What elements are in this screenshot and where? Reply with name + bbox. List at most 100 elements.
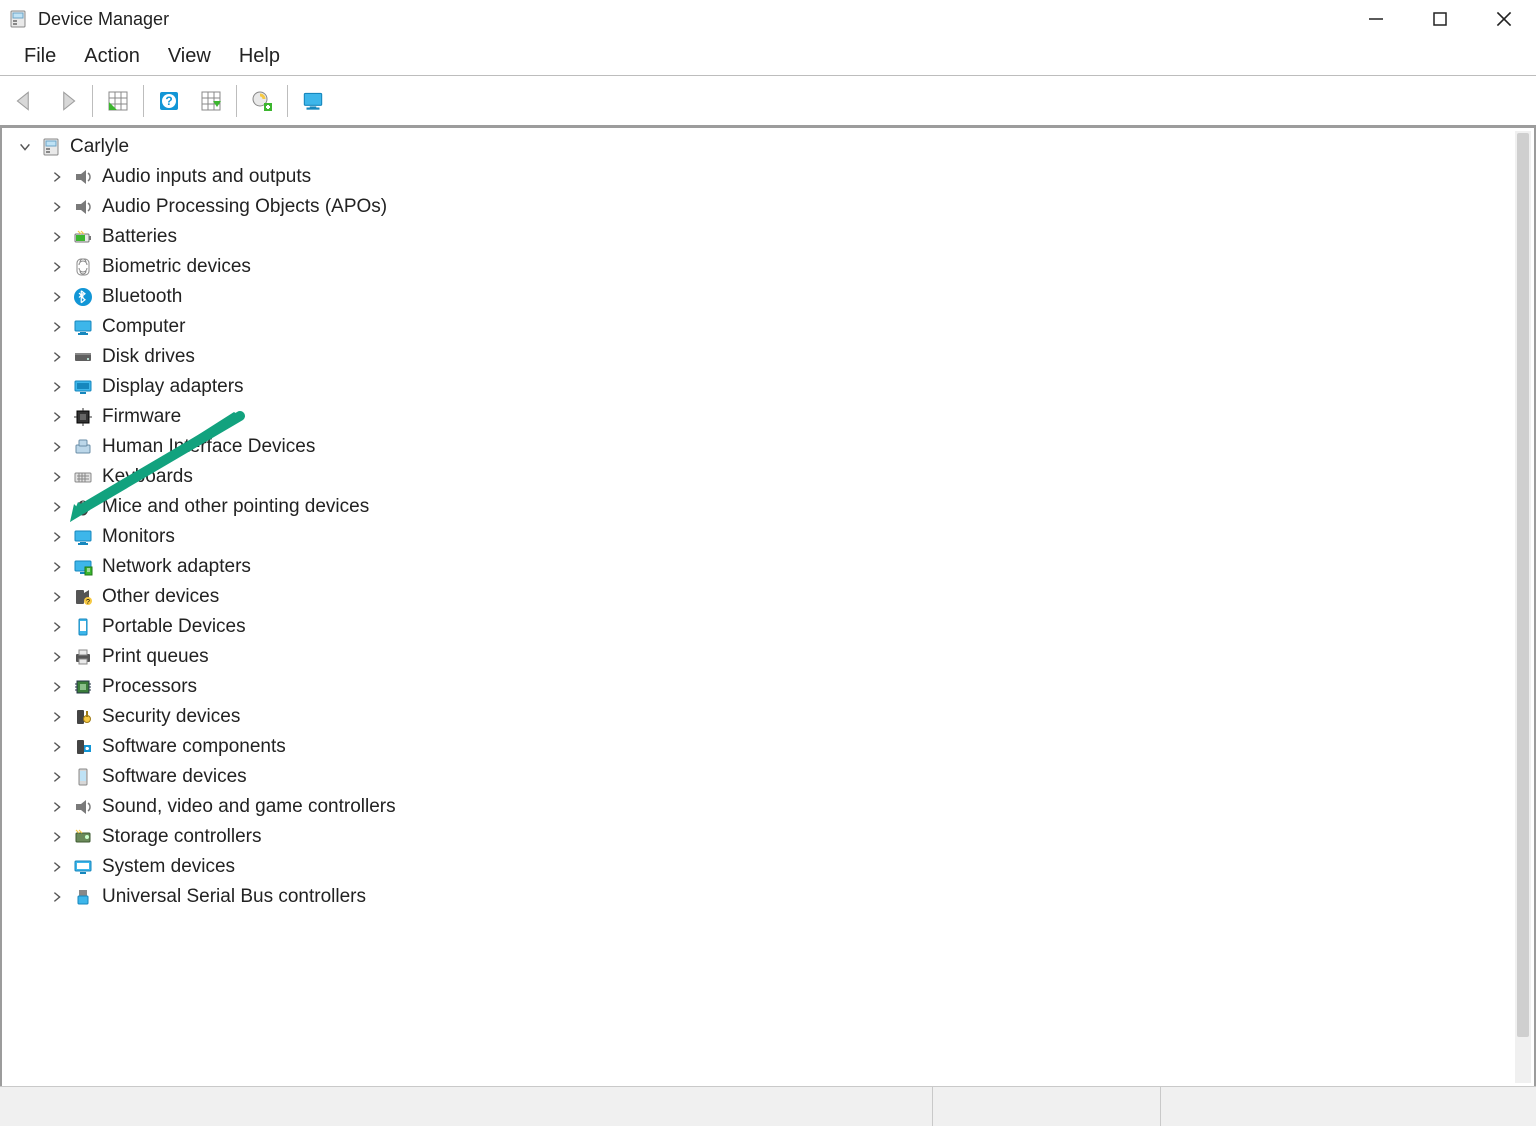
finger-icon bbox=[72, 256, 94, 278]
chevron-right-icon[interactable] bbox=[48, 738, 66, 756]
tree-item[interactable]: Computer bbox=[8, 312, 1528, 342]
tree-item-label: Disk drives bbox=[102, 346, 195, 368]
device-tree[interactable]: Carlyle Audio inputs and outputsAudio Pr… bbox=[2, 128, 1534, 916]
toolbar-separator bbox=[287, 85, 288, 117]
tree-item[interactable]: Audio inputs and outputs bbox=[8, 162, 1528, 192]
scan-hardware-button[interactable] bbox=[294, 82, 332, 120]
tree-item[interactable]: Mice and other pointing devices bbox=[8, 492, 1528, 522]
bt-icon bbox=[72, 286, 94, 308]
chevron-right-icon[interactable] bbox=[48, 168, 66, 186]
chevron-right-icon[interactable] bbox=[48, 348, 66, 366]
speaker-icon bbox=[72, 166, 94, 188]
tree-item[interactable]: Security devices bbox=[8, 702, 1528, 732]
menu-help[interactable]: Help bbox=[225, 41, 294, 72]
tree-item-label: Processors bbox=[102, 676, 197, 698]
tree-item[interactable]: Biometric devices bbox=[8, 252, 1528, 282]
svg-text:?: ? bbox=[86, 599, 90, 606]
chevron-right-icon[interactable] bbox=[48, 618, 66, 636]
minimize-button[interactable] bbox=[1362, 5, 1390, 33]
chevron-right-icon[interactable] bbox=[48, 588, 66, 606]
tree-item[interactable]: Universal Serial Bus controllers bbox=[8, 882, 1528, 912]
chevron-right-icon[interactable] bbox=[48, 228, 66, 246]
tree-item[interactable]: ?Other devices bbox=[8, 582, 1528, 612]
chevron-right-icon[interactable] bbox=[48, 858, 66, 876]
chevron-right-icon[interactable] bbox=[48, 888, 66, 906]
keyboard-icon bbox=[72, 466, 94, 488]
menu-file[interactable]: File bbox=[10, 41, 70, 72]
tree-item-label: Computer bbox=[102, 316, 185, 338]
chip-icon bbox=[72, 406, 94, 428]
portable-icon bbox=[72, 616, 94, 638]
status-bar bbox=[0, 1086, 1536, 1126]
tree-item[interactable]: Human Interface Devices bbox=[8, 432, 1528, 462]
tree-item-label: Security devices bbox=[102, 706, 240, 728]
chevron-right-icon[interactable] bbox=[48, 498, 66, 516]
chevron-right-icon[interactable] bbox=[48, 378, 66, 396]
usb-icon bbox=[72, 886, 94, 908]
tree-item[interactable]: Portable Devices bbox=[8, 612, 1528, 642]
chevron-right-icon[interactable] bbox=[48, 678, 66, 696]
title-bar: Device Manager bbox=[0, 0, 1536, 38]
chevron-down-icon[interactable] bbox=[16, 138, 34, 156]
tree-item[interactable]: Network adapters bbox=[8, 552, 1528, 582]
vertical-scrollbar[interactable] bbox=[1515, 131, 1531, 1083]
device-manager-app-icon bbox=[8, 9, 28, 29]
help-button[interactable]: ? bbox=[150, 82, 188, 120]
chevron-right-icon[interactable] bbox=[48, 558, 66, 576]
properties-button[interactable] bbox=[192, 82, 230, 120]
tree-item[interactable]: System devices bbox=[8, 852, 1528, 882]
chevron-right-icon[interactable] bbox=[48, 408, 66, 426]
chevron-right-icon[interactable] bbox=[48, 318, 66, 336]
tree-item[interactable]: Monitors bbox=[8, 522, 1528, 552]
tree-item-label: Biometric devices bbox=[102, 256, 251, 278]
sys-icon bbox=[72, 856, 94, 878]
chevron-right-icon[interactable] bbox=[48, 438, 66, 456]
speaker-icon bbox=[72, 796, 94, 818]
chevron-right-icon[interactable] bbox=[48, 528, 66, 546]
tree-item[interactable]: Software components bbox=[8, 732, 1528, 762]
tree-item[interactable]: Batteries bbox=[8, 222, 1528, 252]
chevron-right-icon[interactable] bbox=[48, 708, 66, 726]
back-button[interactable] bbox=[6, 82, 44, 120]
chevron-right-icon[interactable] bbox=[48, 288, 66, 306]
tree-item[interactable]: Sound, video and game controllers bbox=[8, 792, 1528, 822]
display-icon bbox=[72, 376, 94, 398]
tree-item[interactable]: Disk drives bbox=[8, 342, 1528, 372]
chevron-right-icon[interactable] bbox=[48, 258, 66, 276]
close-button[interactable] bbox=[1490, 5, 1518, 33]
chevron-right-icon[interactable] bbox=[48, 768, 66, 786]
tree-item[interactable]: Software devices bbox=[8, 762, 1528, 792]
add-driver-button[interactable] bbox=[243, 82, 281, 120]
tree-item[interactable]: Firmware bbox=[8, 402, 1528, 432]
battery-icon bbox=[72, 226, 94, 248]
tree-item-label: Keyboards bbox=[102, 466, 193, 488]
swcomp-icon bbox=[72, 736, 94, 758]
chevron-right-icon[interactable] bbox=[48, 468, 66, 486]
menu-view[interactable]: View bbox=[154, 41, 225, 72]
tree-item-label: Batteries bbox=[102, 226, 177, 248]
forward-button[interactable] bbox=[48, 82, 86, 120]
maximize-button[interactable] bbox=[1426, 5, 1454, 33]
tree-item[interactable]: Audio Processing Objects (APOs) bbox=[8, 192, 1528, 222]
tree-item[interactable]: Keyboards bbox=[8, 462, 1528, 492]
window-title: Device Manager bbox=[38, 9, 169, 30]
chevron-right-icon[interactable] bbox=[48, 648, 66, 666]
show-grid-button[interactable] bbox=[99, 82, 137, 120]
menu-action[interactable]: Action bbox=[70, 41, 154, 72]
chevron-right-icon[interactable] bbox=[48, 798, 66, 816]
device-tree-panel: Carlyle Audio inputs and outputsAudio Pr… bbox=[0, 126, 1536, 1086]
tree-item[interactable]: Processors bbox=[8, 672, 1528, 702]
status-separator bbox=[932, 1087, 933, 1126]
tree-item[interactable]: Bluetooth bbox=[8, 282, 1528, 312]
tree-item-label: Firmware bbox=[102, 406, 181, 428]
scrollbar-thumb[interactable] bbox=[1517, 133, 1529, 1037]
tree-item[interactable]: Display adapters bbox=[8, 372, 1528, 402]
tree-root[interactable]: Carlyle bbox=[8, 132, 1528, 162]
tree-item-label: Mice and other pointing devices bbox=[102, 496, 369, 518]
tree-item[interactable]: Print queues bbox=[8, 642, 1528, 672]
speaker-icon bbox=[72, 196, 94, 218]
chevron-right-icon[interactable] bbox=[48, 828, 66, 846]
tree-item-label: Storage controllers bbox=[102, 826, 261, 848]
chevron-right-icon[interactable] bbox=[48, 198, 66, 216]
tree-item[interactable]: Storage controllers bbox=[8, 822, 1528, 852]
